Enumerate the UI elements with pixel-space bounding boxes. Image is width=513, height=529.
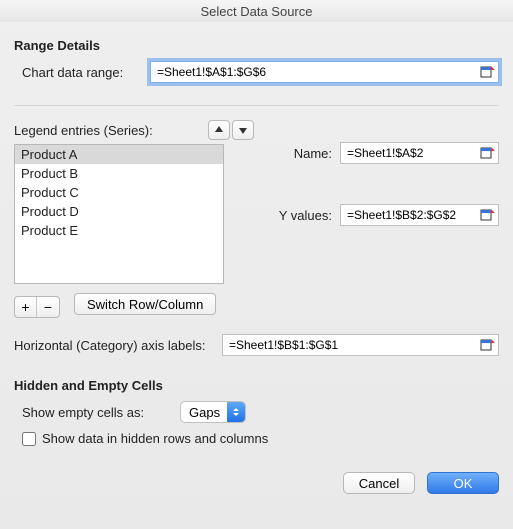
hidden-empty-heading: Hidden and Empty Cells [14,378,499,393]
window-title: Select Data Source [0,0,513,22]
collapse-dialog-icon[interactable] [480,338,496,352]
move-series-up-button[interactable] [208,120,230,140]
collapse-dialog-icon[interactable] [480,65,496,79]
show-hidden-label: Show data in hidden rows and columns [42,431,268,446]
arrow-up-icon [214,125,224,135]
series-listbox[interactable]: Product AProduct BProduct CProduct DProd… [14,144,224,284]
series-name-label: Name: [264,146,340,161]
switch-row-column-button[interactable]: Switch Row/Column [74,293,216,315]
move-series-down-button[interactable] [232,120,254,140]
collapse-dialog-icon[interactable] [480,146,496,160]
series-list-item[interactable]: Product A [15,145,223,164]
remove-series-button[interactable]: − [37,297,59,317]
chart-data-range-label: Chart data range: [22,65,150,80]
show-empty-cells-label: Show empty cells as: [22,405,180,420]
show-hidden-checkbox[interactable] [22,432,36,446]
collapse-dialog-icon[interactable] [480,208,496,222]
category-axis-label: Horizontal (Category) axis labels: [14,338,222,353]
series-yvalues-input[interactable] [340,204,499,226]
series-list-item[interactable]: Product E [15,221,223,240]
divider [14,105,499,106]
chart-data-range-input[interactable] [150,61,499,83]
series-yvalues-label: Y values: [264,208,340,223]
range-details-heading: Range Details [14,38,499,53]
series-list-item[interactable]: Product D [15,202,223,221]
cancel-button[interactable]: Cancel [343,472,415,494]
category-axis-input[interactable] [222,334,499,356]
series-list-item[interactable]: Product C [15,183,223,202]
ok-button[interactable]: OK [427,472,499,494]
legend-entries-label: Legend entries (Series): [14,123,206,138]
arrow-down-icon [238,125,248,135]
series-name-input[interactable] [340,142,499,164]
add-series-button[interactable]: + [15,297,37,317]
show-empty-cells-select[interactable]: Gaps [180,401,246,423]
series-list-item[interactable]: Product B [15,164,223,183]
